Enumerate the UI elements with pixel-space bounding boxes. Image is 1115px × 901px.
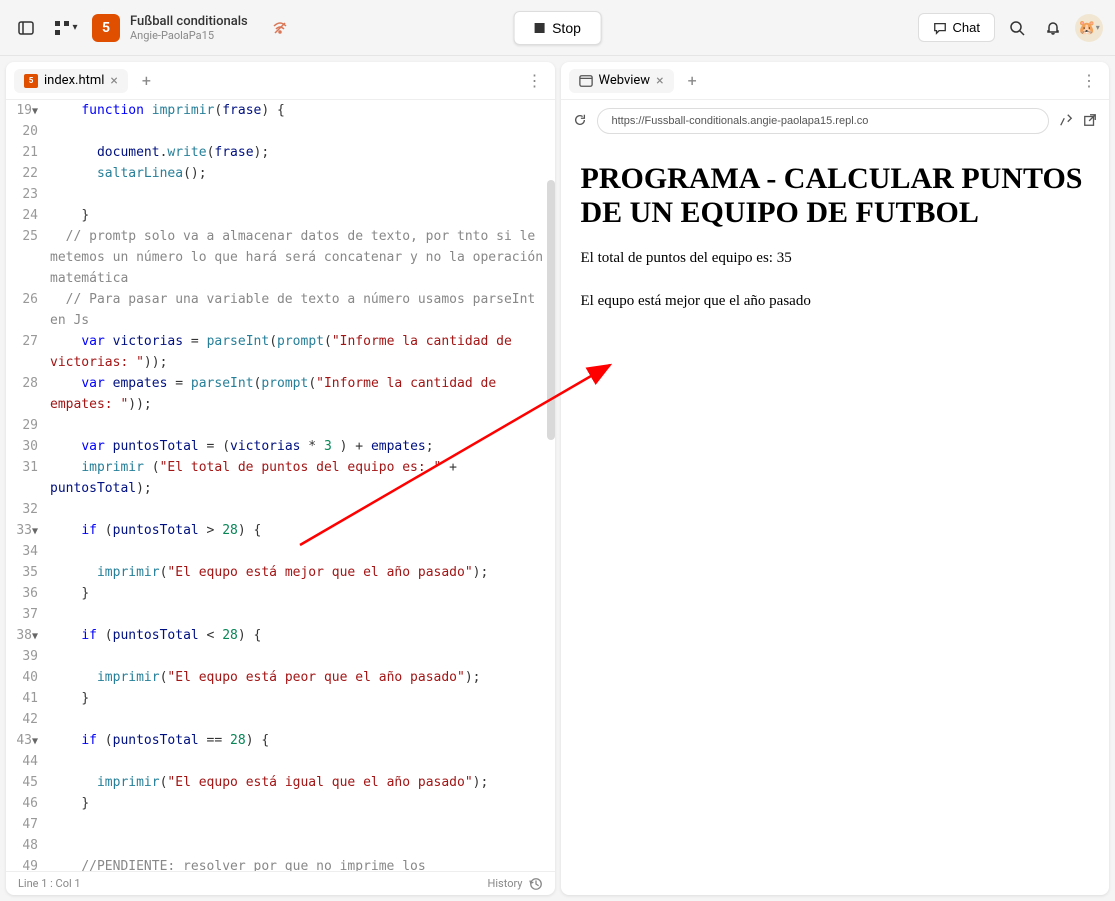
stop-label: Stop [552,20,581,36]
history-label[interactable]: History [488,877,523,890]
url-input[interactable] [597,108,1050,134]
notifications-icon[interactable] [1039,14,1067,42]
webview-icon [579,74,593,88]
new-tab-button[interactable]: + [134,67,159,94]
devtools-icon[interactable] [1059,112,1073,131]
chat-icon [933,21,947,35]
project-meta: Fußball conditionals Angie-PaolaPa15 [130,14,248,42]
main-area: 5 index.html × + ⋮ 19▼202122232425 26 27… [0,56,1115,901]
history-icon[interactable] [529,877,543,891]
output-line-1: El total de puntos del equipo es: 35 [581,250,1090,267]
chat-button[interactable]: Chat [918,13,995,42]
stop-button[interactable]: Stop [513,11,602,45]
network-icon[interactable] [266,14,294,42]
tab-menu-icon[interactable]: ⋮ [1077,67,1101,94]
close-icon[interactable]: × [656,73,663,89]
tab-index-html[interactable]: 5 index.html × [14,69,128,93]
project-author: Angie-PaolaPa15 [130,29,248,42]
page-heading: PROGRAMA - CALCULAR PUNTOS DE UN EQUIPO … [581,162,1090,230]
tab-menu-icon[interactable]: ⋮ [523,67,547,94]
webview-panel: Webview × + ⋮ PROGRAMA - CALCULAR PUNTOS… [561,62,1110,895]
header-right: Chat 🐹▾ [918,13,1103,42]
new-tab-button[interactable]: + [680,67,705,94]
files-icon[interactable]: ▾ [52,14,80,42]
app-header: ▾ 5 Fußball conditionals Angie-PaolaPa15… [0,0,1115,56]
sidebar-toggle-icon[interactable] [12,14,40,42]
scrollbar-vertical[interactable] [547,180,555,440]
editor-status-bar: Line 1 : Col 1 History [6,871,555,895]
webview-content: PROGRAMA - CALCULAR PUNTOS DE UN EQUIPO … [561,142,1110,895]
stop-icon [534,23,544,33]
html5-icon: 5 [92,14,120,42]
code-area[interactable]: function imprimir(frase) { document.writ… [46,100,555,871]
chat-label: Chat [953,20,980,35]
cursor-position: Line 1 : Col 1 [18,877,81,890]
search-icon[interactable] [1003,14,1031,42]
webview-tab-label: Webview [599,73,651,88]
editor-tab-bar: 5 index.html × + ⋮ [6,62,555,100]
project-title: Fußball conditionals [130,14,248,29]
output-line-2: El equpo está mejor que el año pasado [581,293,1090,310]
tab-label: index.html [44,73,104,88]
line-gutter: 19▼202122232425 26 27 28 293031 3233▼343… [6,100,46,871]
header-center: Stop [513,11,602,45]
html-file-icon: 5 [24,74,38,88]
editor-panel: 5 index.html × + ⋮ 19▼202122232425 26 27… [6,62,555,895]
open-external-icon[interactable] [1083,112,1097,131]
close-icon[interactable]: × [110,73,117,89]
refresh-icon[interactable] [573,112,587,131]
project-info[interactable]: 5 Fußball conditionals Angie-PaolaPa15 [92,14,248,42]
editor-content[interactable]: 19▼202122232425 26 27 28 293031 3233▼343… [6,100,555,871]
tab-webview[interactable]: Webview × [569,69,674,93]
url-bar-row [561,100,1110,142]
avatar[interactable]: 🐹▾ [1075,14,1103,42]
webview-tab-bar: Webview × + ⋮ [561,62,1110,100]
header-left: ▾ 5 Fußball conditionals Angie-PaolaPa15 [12,14,294,42]
